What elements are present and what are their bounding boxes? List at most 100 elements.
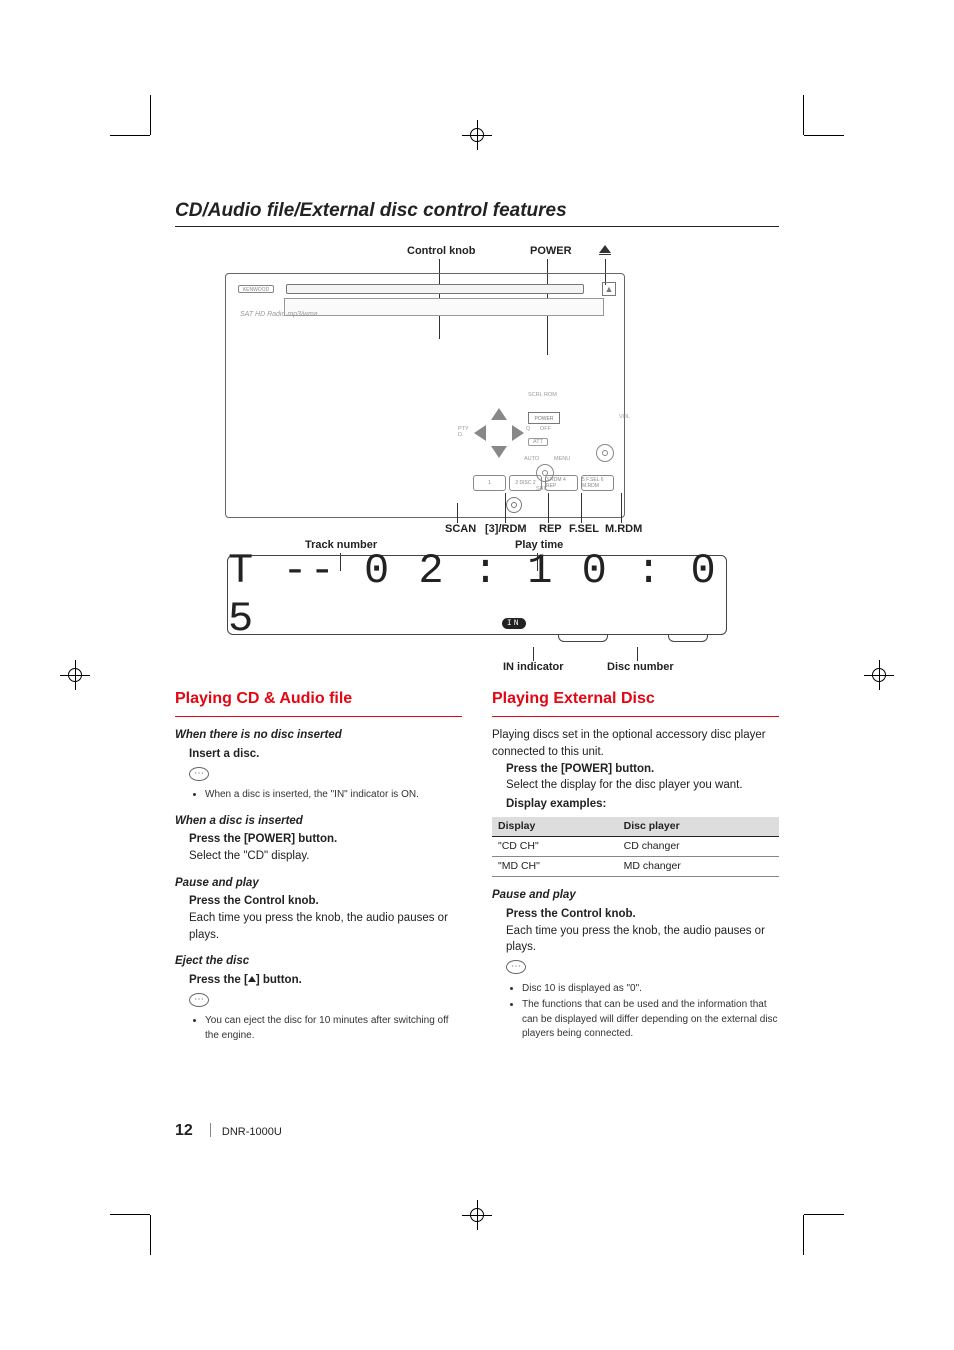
heading-rule — [175, 716, 462, 717]
right-column: Playing External Disc Playing discs set … — [492, 687, 779, 1045]
instr-insert-disc: Insert a disc. — [189, 746, 462, 763]
lcd-display-area: Track number Play time T -- 0 2 : 1 0 : … — [175, 555, 779, 635]
label-q: Q — [526, 426, 530, 432]
lcd-display: T -- 0 2 : 1 0 : 0 5 IN — [227, 555, 727, 635]
table-cell: MD changer — [618, 856, 779, 876]
label-auto: AUTO — [524, 456, 539, 462]
content-area: CD/Audio file/External disc control feat… — [175, 200, 779, 1150]
table-header-display: Display — [492, 817, 618, 837]
page-title: CD/Audio file/External disc control feat… — [175, 200, 779, 227]
leader — [621, 493, 622, 523]
leader — [533, 647, 534, 661]
notes-list: Disc 10 is displayed as "0". The functio… — [522, 982, 779, 1042]
cropmark — [804, 1214, 844, 1215]
note-item: When a disc is inserted, the "IN" indica… — [205, 788, 462, 803]
left-column: Playing CD & Audio file When there is no… — [175, 687, 462, 1045]
device-sublabel: SAT HD Radio mp3/wma — [240, 311, 318, 318]
table-header-player: Disc player — [618, 817, 779, 837]
registration-mark — [864, 660, 894, 690]
page: CD/Audio file/External disc control feat… — [0, 0, 954, 1350]
table-cell: "MD CH" — [492, 856, 618, 876]
preset-btn-1: 1 — [473, 475, 506, 491]
control-knob — [474, 408, 524, 458]
table-cell: CD changer — [618, 836, 779, 856]
registration-mark — [462, 120, 492, 150]
leader — [637, 647, 638, 661]
label-att: ATT — [528, 438, 548, 446]
callout-3rdm: [3]/RDM — [485, 523, 527, 535]
registration-mark — [462, 1200, 492, 1230]
model-number: DNR-1000U — [222, 1126, 282, 1138]
body-pause-play-ext: Each time you press the knob, the audio … — [506, 923, 779, 956]
notes-list: You can eject the disc for 10 minutes af… — [205, 1014, 462, 1043]
instr-press-eject: Press the [] button. — [189, 972, 462, 989]
label-vol: VOL — [619, 414, 630, 420]
sub-pause-play: Pause and play — [175, 875, 462, 892]
cropmark — [803, 1215, 804, 1255]
table-cell: "CD CH" — [492, 836, 618, 856]
leader — [548, 493, 549, 523]
leader — [581, 493, 582, 523]
brand-badge: KENWOOD — [238, 285, 274, 293]
body-select-cd: Select the "CD" display. — [189, 848, 462, 865]
instr-press-knob: Press the Control knob. — [189, 893, 462, 910]
power-button: POWER — [528, 412, 560, 424]
body-select-display: Select the display for the disc player y… — [506, 777, 779, 794]
sub-eject: Eject the disc — [175, 953, 462, 970]
leader — [457, 503, 458, 523]
vol-dial — [596, 444, 614, 462]
note-item: The functions that can be used and the i… — [522, 998, 779, 1042]
registration-mark — [60, 660, 90, 690]
instr-press-power-ext: Press the [POWER] button. — [506, 761, 779, 778]
page-number: 12 — [175, 1122, 193, 1139]
preset-btn-2: 2 DISC 2 — [509, 475, 542, 491]
note-item: You can eject the disc for 10 minutes af… — [205, 1014, 462, 1043]
instr-press-knob-ext: Press the Control knob. — [506, 906, 779, 923]
table-row: "MD CH" MD changer — [492, 856, 779, 876]
callout-control-knob: Control knob — [407, 245, 475, 257]
eject-icon — [599, 245, 611, 253]
body-columns: Playing CD & Audio file When there is no… — [175, 687, 779, 1045]
lcd-text: T -- 0 2 : 1 0 : 0 5 — [228, 547, 726, 643]
disc-slot — [286, 284, 584, 294]
cropmark — [110, 135, 150, 136]
cropmark — [150, 1215, 151, 1255]
disc-indicator — [506, 497, 522, 513]
label-scrl-rom: SCRL ROM — [528, 392, 557, 398]
heading-rule — [492, 716, 779, 717]
callout-rep: REP — [539, 523, 562, 535]
lcd-notch — [558, 634, 608, 642]
label-menu: MENU — [554, 456, 570, 462]
cropmark — [150, 95, 151, 135]
note-icon — [189, 767, 209, 781]
preset-btn-3: 3 RDM 4 REP — [545, 475, 578, 491]
intro-text: Playing discs set in the optional access… — [492, 727, 779, 760]
panel-lower: SCRL ROM POWER OFF ATT AUTO MENU SRC VOL… — [226, 334, 624, 517]
sub-pause-play-ext: Pause and play — [492, 887, 779, 904]
callout-power: POWER — [530, 245, 572, 257]
eject-icon — [248, 976, 256, 982]
cropmark — [804, 135, 844, 136]
callout-in-indicator: IN indicator — [503, 661, 564, 673]
leader — [505, 493, 506, 523]
page-footer: 12 DNR-1000U — [175, 1122, 282, 1140]
label-ptyd: PTYD. — [458, 426, 469, 438]
callout-scan: SCAN — [445, 523, 476, 535]
in-indicator-badge: IN — [502, 618, 526, 629]
preset-button-row: 1 2 DISC 2 3 RDM 4 REP 5 F.SEL 6 M.RDM — [473, 475, 614, 491]
label-off: OFF — [540, 426, 551, 432]
note-item: Disc 10 is displayed as "0". — [522, 982, 779, 997]
body-pause-play: Each time you press the knob, the audio … — [189, 910, 462, 943]
callout-mrdm: M.RDM — [605, 523, 642, 535]
note-icon — [506, 960, 526, 974]
note-icon — [189, 993, 209, 1007]
callout-fsel: F.SEL — [569, 523, 599, 535]
table-row: "CD CH" CD changer — [492, 836, 779, 856]
eject-button: ▲ — [602, 282, 616, 296]
display-examples-table: Display Disc player "CD CH" CD changer "… — [492, 817, 779, 878]
footer-separator — [210, 1123, 211, 1137]
sub-no-disc: When there is no disc inserted — [175, 727, 462, 744]
device-diagram: Control knob POWER KENWOOD ▲ SAT HD Radi… — [175, 245, 779, 675]
lcd-notch — [668, 634, 708, 642]
eject-icon-bar — [599, 254, 611, 255]
